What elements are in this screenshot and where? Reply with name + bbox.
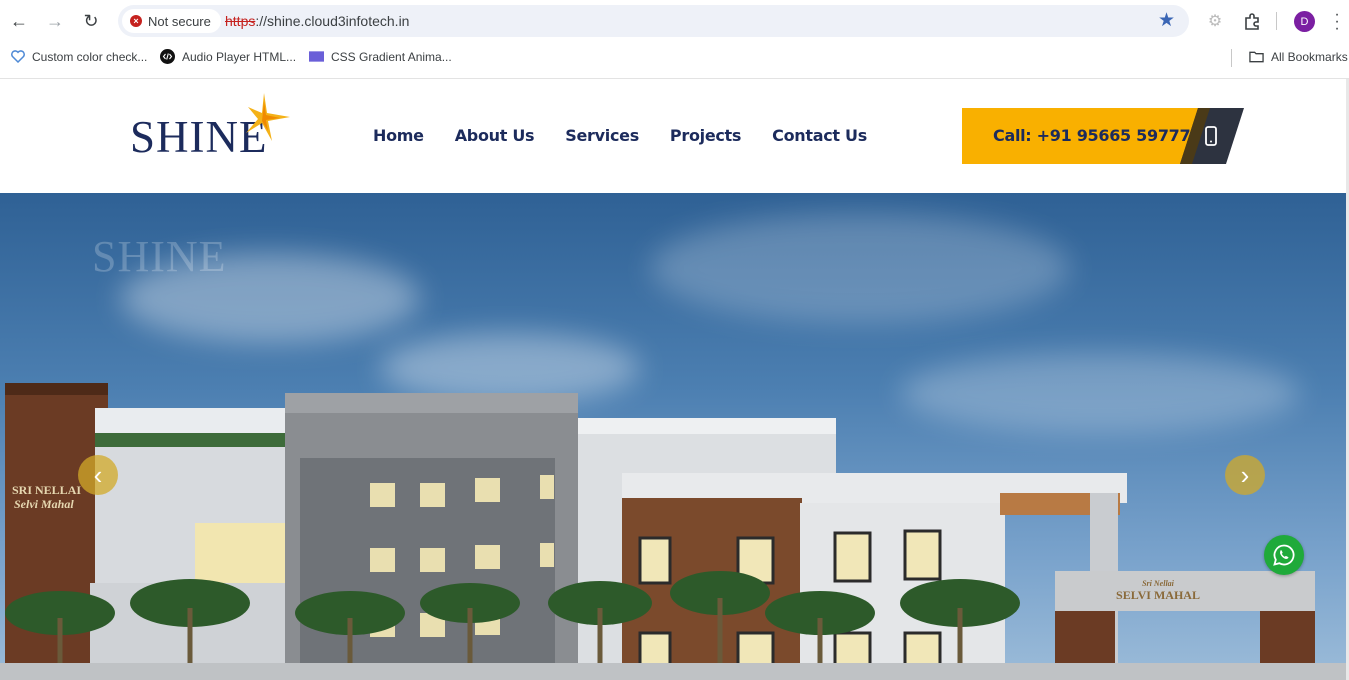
gate-sign: Sri Nellai SELVI MAHAL — [1055, 579, 1261, 602]
bookmarks-divider — [1231, 49, 1232, 67]
whatsapp-button[interactable] — [1264, 535, 1304, 575]
sign-line: SRI NELLAI — [12, 483, 82, 497]
url-host: ://shine.cloud3infotech.in — [255, 13, 410, 29]
address-bar[interactable]: × Not secure https://shine.cloud3infotec… — [118, 5, 1189, 37]
sign-line: Selvi Mahal — [14, 497, 74, 511]
logo-star-icon — [246, 93, 290, 141]
nav-home[interactable]: Home — [373, 126, 424, 145]
sign-line: SELVI MAHAL — [1116, 588, 1200, 602]
bookmark-label: CSS Gradient Anima... — [331, 49, 452, 64]
whatsapp-icon — [1273, 544, 1295, 566]
carousel-prev-button[interactable]: ‹ — [78, 455, 118, 495]
nav-contact-us[interactable]: Contact Us — [772, 126, 867, 145]
building-sign-left: SRI NELLAI Selvi Mahal — [12, 483, 81, 511]
carousel-next-button[interactable]: › — [1225, 455, 1265, 495]
folder-icon — [1249, 49, 1264, 64]
url-text[interactable]: https://shine.cloud3infotech.in — [225, 13, 409, 29]
menu-kebab-icon[interactable]: · · · — [1332, 7, 1342, 37]
bookmark-item[interactable]: Audio Player HTML... — [160, 49, 296, 64]
call-button-body: Call: +91 95665 59777 — [962, 108, 1198, 164]
hero-slider: SHINE SRI NELLAI Selvi Mahal Sri Nellai … — [0, 193, 1346, 680]
chevron-right-icon: › — [1240, 460, 1250, 490]
all-bookmarks-button[interactable]: All Bookmarks — [1249, 49, 1348, 64]
bookmark-item[interactable]: CSS Gradient Anima... — [309, 49, 452, 64]
all-bookmarks-label: All Bookmarks — [1271, 49, 1348, 64]
site-header: SHINE Home About Us Services Projects Co… — [0, 79, 1346, 193]
url-scheme: https — [225, 13, 256, 29]
reload-icon[interactable]: ↻ — [79, 9, 103, 33]
sign-line: Sri Nellai — [1142, 579, 1174, 588]
nav-about-us[interactable]: About Us — [455, 126, 535, 145]
code-icon — [160, 49, 175, 64]
nav-services[interactable]: Services — [565, 126, 639, 145]
heart-icon — [10, 49, 25, 64]
security-chip[interactable]: × Not secure — [122, 9, 221, 33]
building-illustration — [0, 383, 1346, 680]
chevron-left-icon: ‹ — [93, 460, 103, 490]
puzzle-icon[interactable] — [1241, 10, 1263, 32]
toolbar-divider — [1276, 12, 1277, 30]
nav-projects[interactable]: Projects — [670, 126, 742, 145]
phone-icon — [1180, 108, 1244, 164]
back-arrow-icon[interactable]: ← — [7, 9, 31, 33]
security-label: Not secure — [148, 13, 211, 29]
call-button[interactable]: Call: +91 95665 59777 — [962, 108, 1245, 164]
extension-icon[interactable]: ⚙ — [1204, 10, 1226, 32]
browser-chrome: ← → ↻ × Not secure https://shine.cloud3i… — [0, 0, 1349, 79]
error-icon: × — [130, 15, 142, 27]
gradient-icon — [309, 49, 324, 64]
call-label: Call: +91 95665 59777 — [993, 126, 1191, 145]
bookmark-item[interactable]: Custom color check... — [10, 49, 147, 64]
shine-logo[interactable]: SHINE — [130, 93, 290, 163]
forward-arrow-icon[interactable]: → — [43, 9, 67, 33]
main-nav: Home About Us Services Projects Contact … — [373, 126, 898, 145]
bookmark-label: Custom color check... — [32, 49, 148, 64]
bookmark-label: Audio Player HTML... — [182, 49, 297, 64]
profile-avatar[interactable]: D — [1294, 11, 1315, 32]
bookmark-star-icon[interactable]: ★ — [1158, 11, 1175, 30]
bookmarks-bar: Custom color check... Audio Player HTML.… — [0, 46, 1349, 70]
